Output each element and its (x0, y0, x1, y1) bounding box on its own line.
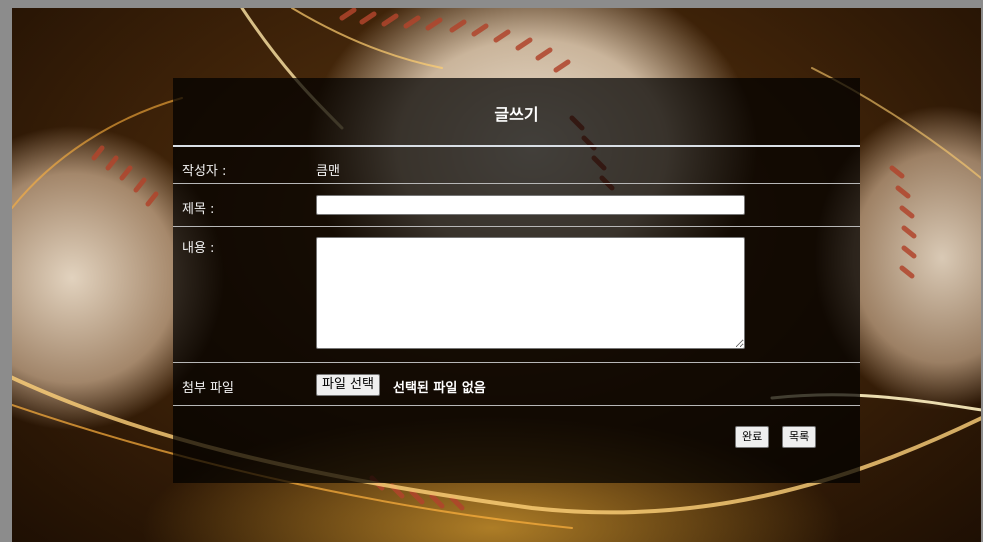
content-textarea[interactable] (316, 237, 745, 349)
write-form-panel: 글쓰기 작성자 : 큼맨 제목 : 내용 : 첨부 파일 파일 선택 선택된 파… (173, 78, 860, 483)
row-divider (173, 183, 860, 184)
author-value: 큼맨 (316, 164, 340, 179)
title-divider (173, 145, 860, 147)
row-divider (173, 362, 860, 363)
row-divider (173, 226, 860, 227)
file-status-text: 선택된 파일 없음 (393, 381, 486, 396)
list-button[interactable]: 목록 (782, 426, 817, 448)
submit-button[interactable]: 완료 (735, 426, 770, 448)
subject-label: 제목 : (182, 202, 215, 217)
form-title: 글쓰기 (494, 105, 539, 124)
file-select-button[interactable]: 파일 선택 (316, 374, 380, 396)
author-label: 작성자 : (182, 164, 227, 179)
page-background: 글쓰기 작성자 : 큼맨 제목 : 내용 : 첨부 파일 파일 선택 선택된 파… (12, 8, 981, 542)
attachment-label: 첨부 파일 (182, 381, 234, 396)
row-divider (173, 405, 860, 406)
content-label: 내용 : (182, 241, 215, 256)
subject-input[interactable] (316, 195, 745, 215)
